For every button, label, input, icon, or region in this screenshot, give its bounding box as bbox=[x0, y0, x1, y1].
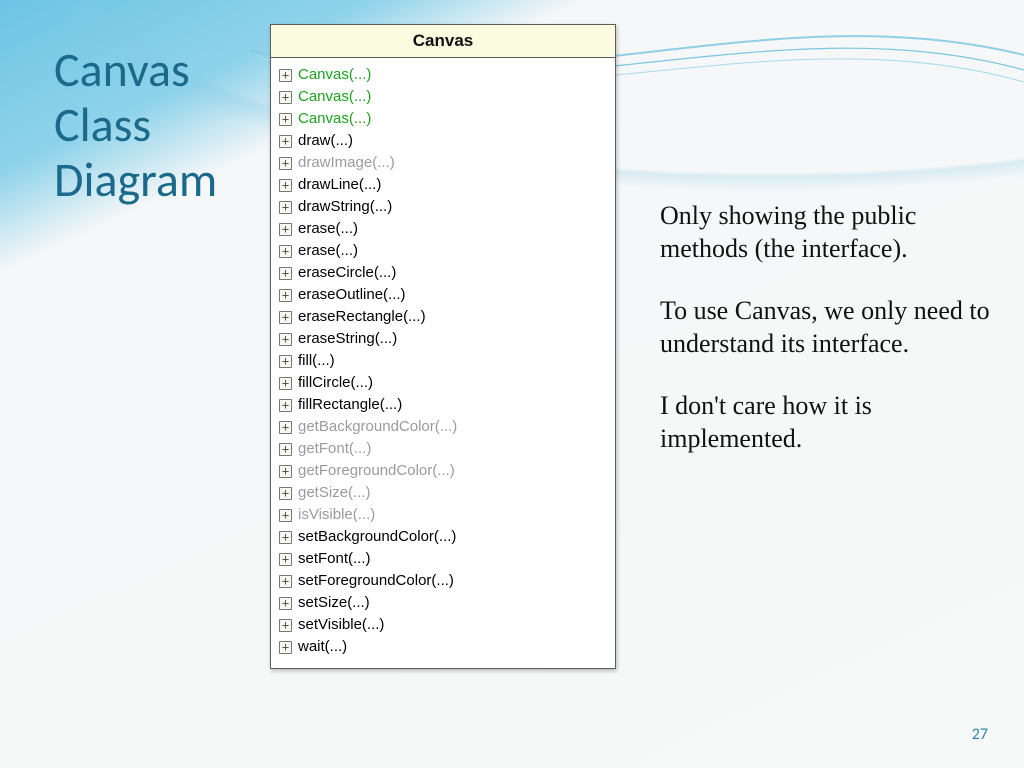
method-label: erase(...) bbox=[298, 218, 358, 240]
method-label: getBackgroundColor(...) bbox=[298, 416, 457, 438]
plus-expand-icon[interactable]: + bbox=[279, 575, 292, 588]
plus-expand-icon[interactable]: + bbox=[279, 201, 292, 214]
method-label: setSize(...) bbox=[298, 592, 370, 614]
method-label: Canvas(...) bbox=[298, 108, 371, 130]
method-label: fill(...) bbox=[298, 350, 335, 372]
plus-expand-icon[interactable]: + bbox=[279, 553, 292, 566]
plus-expand-icon[interactable]: + bbox=[279, 641, 292, 654]
plus-expand-icon[interactable]: + bbox=[279, 179, 292, 192]
title-line-1: Canvas bbox=[54, 40, 190, 99]
class-diagram-header: Canvas bbox=[271, 25, 615, 58]
method-row[interactable]: + eraseRectangle(...) bbox=[279, 306, 607, 328]
method-label: drawString(...) bbox=[298, 196, 392, 218]
method-label: Canvas(...) bbox=[298, 64, 371, 86]
plus-expand-icon[interactable]: + bbox=[279, 157, 292, 170]
plus-expand-icon[interactable]: + bbox=[279, 399, 292, 412]
title-line-3: Diagram bbox=[54, 150, 217, 209]
method-label: getSize(...) bbox=[298, 482, 371, 504]
method-row[interactable]: + getSize(...) bbox=[279, 482, 607, 504]
method-label: Canvas(...) bbox=[298, 86, 371, 108]
method-label: erase(...) bbox=[298, 240, 358, 262]
method-row[interactable]: + eraseString(...) bbox=[279, 328, 607, 350]
title-line-2: Class bbox=[54, 95, 151, 154]
plus-expand-icon[interactable]: + bbox=[279, 69, 292, 82]
method-row[interactable]: + fill(...) bbox=[279, 350, 607, 372]
method-label: fillRectangle(...) bbox=[298, 394, 402, 416]
method-row[interactable]: + getBackgroundColor(...) bbox=[279, 416, 607, 438]
page-number: 27 bbox=[972, 725, 988, 744]
method-row[interactable]: + erase(...) bbox=[279, 218, 607, 240]
method-label: draw(...) bbox=[298, 130, 353, 152]
method-label: setFont(...) bbox=[298, 548, 371, 570]
plus-expand-icon[interactable]: + bbox=[279, 509, 292, 522]
plus-expand-icon[interactable]: + bbox=[279, 377, 292, 390]
plus-expand-icon[interactable]: + bbox=[279, 289, 292, 302]
body-paragraph-1: Only showing the public methods (the int… bbox=[660, 200, 990, 265]
method-row[interactable]: + Canvas(...) bbox=[279, 64, 607, 86]
method-row[interactable]: + Canvas(...) bbox=[279, 86, 607, 108]
method-label: setForegroundColor(...) bbox=[298, 570, 454, 592]
plus-expand-icon[interactable]: + bbox=[279, 113, 292, 126]
plus-expand-icon[interactable]: + bbox=[279, 223, 292, 236]
plus-expand-icon[interactable]: + bbox=[279, 619, 292, 632]
method-row[interactable]: + drawImage(...) bbox=[279, 152, 607, 174]
method-row[interactable]: + drawLine(...) bbox=[279, 174, 607, 196]
method-row[interactable]: + Canvas(...) bbox=[279, 108, 607, 130]
explanatory-text: Only showing the public methods (the int… bbox=[660, 200, 990, 485]
plus-expand-icon[interactable]: + bbox=[279, 465, 292, 478]
method-row[interactable]: + draw(...) bbox=[279, 130, 607, 152]
method-label: drawLine(...) bbox=[298, 174, 381, 196]
plus-expand-icon[interactable]: + bbox=[279, 597, 292, 610]
plus-expand-icon[interactable]: + bbox=[279, 91, 292, 104]
method-label: drawImage(...) bbox=[298, 152, 395, 174]
method-label: eraseCircle(...) bbox=[298, 262, 396, 284]
plus-expand-icon[interactable]: + bbox=[279, 421, 292, 434]
plus-expand-icon[interactable]: + bbox=[279, 245, 292, 258]
method-row[interactable]: + isVisible(...) bbox=[279, 504, 607, 526]
plus-expand-icon[interactable]: + bbox=[279, 311, 292, 324]
method-label: fillCircle(...) bbox=[298, 372, 373, 394]
class-diagram-body: + Canvas(...) + Canvas(...) + Canvas(...) + dra… bbox=[271, 58, 615, 668]
method-label: wait(...) bbox=[298, 636, 347, 658]
method-label: isVisible(...) bbox=[298, 504, 375, 526]
method-row[interactable]: + eraseCircle(...) bbox=[279, 262, 607, 284]
method-row[interactable]: + wait(...) bbox=[279, 636, 607, 658]
method-row[interactable]: + drawString(...) bbox=[279, 196, 607, 218]
method-row[interactable]: + setForegroundColor(...) bbox=[279, 570, 607, 592]
plus-expand-icon[interactable]: + bbox=[279, 355, 292, 368]
plus-expand-icon[interactable]: + bbox=[279, 135, 292, 148]
method-row[interactable]: + setBackgroundColor(...) bbox=[279, 526, 607, 548]
method-row[interactable]: + erase(...) bbox=[279, 240, 607, 262]
class-diagram-box: Canvas + Canvas(...) + Canvas(...) + Canvas(.… bbox=[270, 24, 616, 669]
method-row[interactable]: + setSize(...) bbox=[279, 592, 607, 614]
body-paragraph-3: I don't care how it is implemented. bbox=[660, 390, 990, 455]
method-label: eraseString(...) bbox=[298, 328, 397, 350]
method-label: eraseRectangle(...) bbox=[298, 306, 426, 328]
plus-expand-icon[interactable]: + bbox=[279, 531, 292, 544]
plus-expand-icon[interactable]: + bbox=[279, 267, 292, 280]
method-label: setBackgroundColor(...) bbox=[298, 526, 456, 548]
plus-expand-icon[interactable]: + bbox=[279, 443, 292, 456]
method-row[interactable]: + setVisible(...) bbox=[279, 614, 607, 636]
body-paragraph-2: To use Canvas, we only need to understan… bbox=[660, 295, 990, 360]
slide-title: Canvas Class Diagram bbox=[54, 42, 217, 208]
method-row[interactable]: + fillCircle(...) bbox=[279, 372, 607, 394]
method-row[interactable]: + getForegroundColor(...) bbox=[279, 460, 607, 482]
plus-expand-icon[interactable]: + bbox=[279, 333, 292, 346]
method-row[interactable]: + setFont(...) bbox=[279, 548, 607, 570]
plus-expand-icon[interactable]: + bbox=[279, 487, 292, 500]
method-row[interactable]: + fillRectangle(...) bbox=[279, 394, 607, 416]
method-row[interactable]: + getFont(...) bbox=[279, 438, 607, 460]
method-label: setVisible(...) bbox=[298, 614, 384, 636]
method-label: eraseOutline(...) bbox=[298, 284, 406, 306]
method-label: getFont(...) bbox=[298, 438, 371, 460]
method-row[interactable]: + eraseOutline(...) bbox=[279, 284, 607, 306]
method-label: getForegroundColor(...) bbox=[298, 460, 455, 482]
